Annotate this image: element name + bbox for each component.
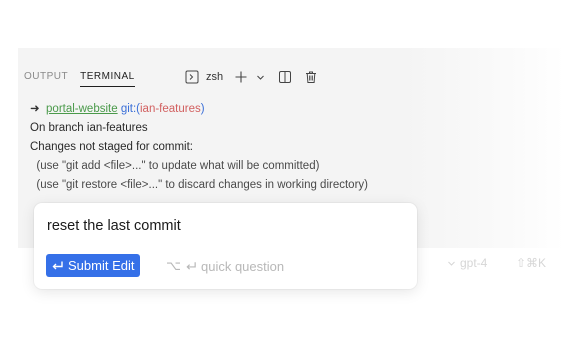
- quick-question-label: quick question: [200, 258, 285, 274]
- option-key-icon: ⌥: [166, 258, 181, 273]
- inline-edit-popup: reset the last commit Submit Edit ⌥ quic…: [34, 203, 417, 289]
- shortcut-hint: ⇧⌘K: [516, 256, 547, 270]
- chevron-down-icon: [448, 261, 455, 266]
- tab-terminal[interactable]: TERMINAL: [74, 65, 141, 89]
- edit-prompt-input[interactable]: reset the last commit: [47, 218, 181, 234]
- split-terminal-icon[interactable]: [277, 69, 293, 85]
- enter-icon: [186, 262, 196, 270]
- shell-name: zsh: [206, 71, 224, 83]
- terminal-line: (use "git restore <file>..." to discard …: [30, 179, 368, 191]
- git-suffix: ): [200, 103, 205, 115]
- model-selector[interactable]: gpt-4: [447, 256, 487, 270]
- terminal-toolbar: zsh: [184, 67, 319, 87]
- editor-window: OUTPUT TERMINAL zsh ➜ portal-website git…: [0, 0, 564, 340]
- prompt-arrow: ➜: [30, 103, 40, 115]
- tab-output[interactable]: OUTPUT: [18, 65, 74, 89]
- quick-question-button[interactable]: ⌥ quick question: [166, 256, 284, 276]
- chevron-down-icon[interactable]: [255, 69, 265, 85]
- repo-link[interactable]: portal-website: [46, 103, 118, 115]
- terminal-icon[interactable]: [184, 69, 200, 85]
- model-name: gpt-4: [460, 256, 488, 270]
- enter-icon: [52, 261, 63, 270]
- terminal-line: On branch ian-features: [30, 122, 148, 134]
- branch-name: ian-features: [140, 103, 201, 115]
- submit-edit-label: Submit Edit: [68, 258, 135, 273]
- new-terminal-icon[interactable]: [233, 69, 249, 85]
- terminal-output[interactable]: ➜ portal-website git:(ian-features) On b…: [30, 100, 368, 195]
- terminal-line: Changes not staged for commit:: [30, 141, 193, 153]
- git-prefix: git:(: [120, 103, 140, 115]
- submit-edit-button[interactable]: Submit Edit: [46, 254, 141, 277]
- trash-icon[interactable]: [303, 69, 319, 85]
- prompt-line: ➜ portal-website git:(ian-features): [30, 100, 368, 119]
- terminal-line: (use "git add <file>..." to update what …: [30, 160, 320, 172]
